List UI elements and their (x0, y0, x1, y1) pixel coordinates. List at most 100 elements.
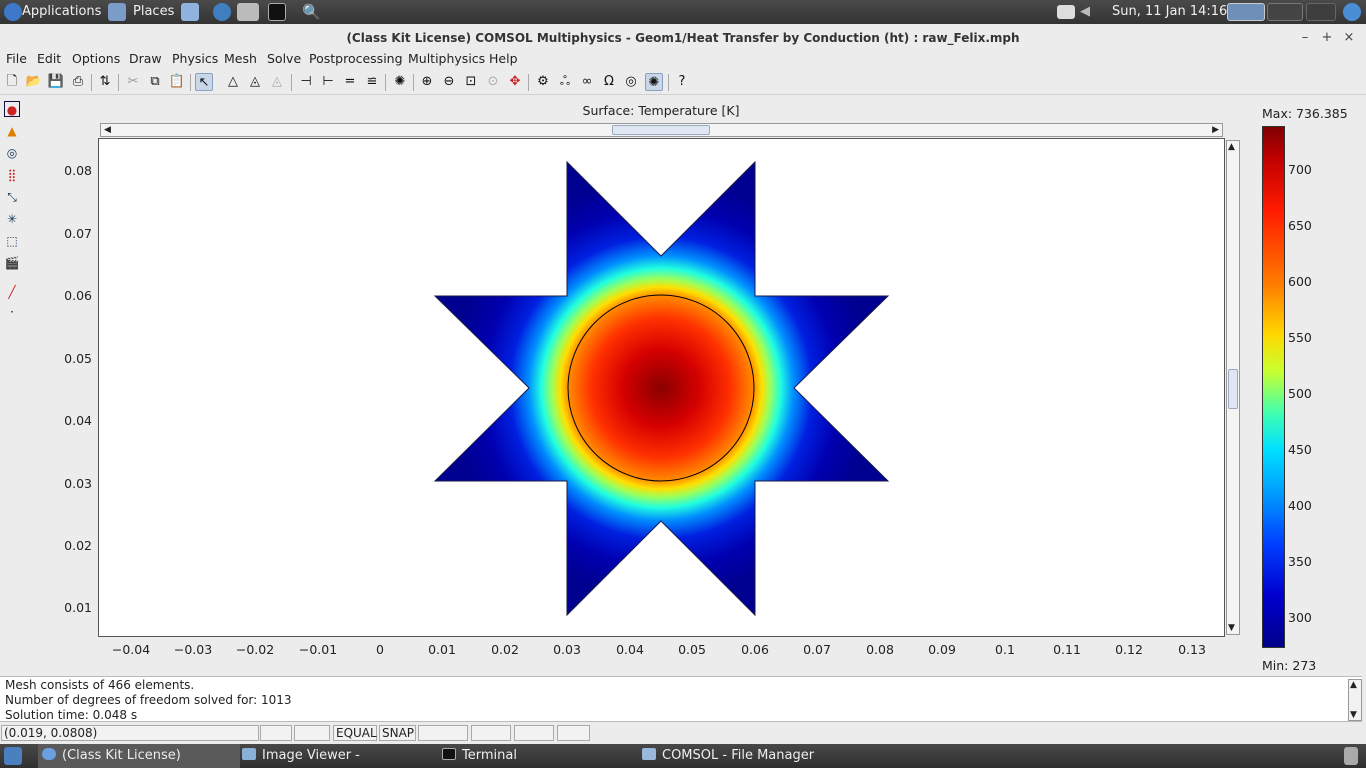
close-button[interactable]: × (1338, 28, 1360, 48)
task-label: Image Viewer - figure1.jpeg (262, 748, 360, 763)
select-pointer-icon[interactable]: ↖ (195, 73, 213, 91)
plot-parameters-icon[interactable]: ⚙ (534, 73, 552, 91)
plot-title: Surface: Temperature [K] (582, 103, 740, 118)
search-icon[interactable]: 🔍 (302, 3, 321, 21)
window-controls: – + × (1294, 28, 1360, 48)
x-tick-label: −0.02 (235, 642, 275, 657)
copy-icon[interactable]: ⧉ (146, 73, 164, 91)
workspace-switcher-1[interactable] (1227, 3, 1265, 21)
subdomain-settings-icon[interactable]: ⊢ (319, 73, 337, 91)
menu-edit[interactable]: Edit (37, 51, 61, 66)
workspace-switcher-3[interactable] (1306, 3, 1336, 21)
zoom-selected-icon[interactable]: ⊙ (484, 73, 502, 91)
zoom-extents-icon[interactable]: ✥ (506, 73, 524, 91)
streamline-plot-icon[interactable]: ✳ (4, 211, 20, 227)
session-icon[interactable] (1343, 3, 1361, 21)
boundary-settings-icon[interactable]: ⊣ (297, 73, 315, 91)
save-icon[interactable]: 💾 (47, 73, 65, 91)
maximize-button[interactable]: + (1316, 28, 1338, 48)
boundary-plot-icon[interactable]: ⣿ (4, 167, 20, 183)
draw-triangle-mesh-icon[interactable]: ◬ (246, 73, 264, 91)
cut-icon[interactable]: ✂ (124, 73, 142, 91)
menu-postprocessing[interactable]: Postprocessing (309, 51, 403, 66)
menu-solve[interactable]: Solve (267, 51, 301, 66)
plot-canvas[interactable] (98, 138, 1225, 637)
height-plot-icon[interactable]: ▲ (4, 123, 20, 139)
menu-physics[interactable]: Physics (172, 51, 218, 66)
menu-mesh[interactable]: Mesh (224, 51, 257, 66)
menu-draw[interactable]: Draw (129, 51, 162, 66)
circle-grid-icon[interactable]: ◎ (622, 73, 640, 91)
point-mode-icon[interactable]: ∞ (578, 73, 596, 91)
x-tick-label: 0.08 (866, 642, 894, 657)
contour-plot-icon[interactable]: ◎ (4, 145, 20, 161)
line-plot-icon[interactable]: ╱ (4, 284, 20, 300)
volume-icon[interactable]: ◀ (1080, 3, 1098, 21)
equal-toggle[interactable]: EQUAL (333, 725, 377, 741)
vertical-scrollbar[interactable]: ▲ ▼ (1226, 140, 1240, 635)
task-comsol[interactable]: (Class Kit License) COMSOL ... (38, 744, 240, 768)
workspace-switcher-2[interactable] (1267, 3, 1303, 21)
web-browser-launcher-icon[interactable] (213, 3, 231, 21)
task-terminal[interactable]: Terminal (440, 744, 630, 768)
star-domain[interactable] (433, 160, 890, 617)
terminal-launcher-icon[interactable] (268, 3, 286, 21)
snap-toggle[interactable]: SNAP (379, 725, 416, 741)
clock[interactable]: Sun, 11 Jan 14:16 (1112, 0, 1227, 24)
arrow-plot-icon[interactable]: ⤡ (4, 189, 20, 205)
message-log[interactable]: Mesh consists of 466 elements. Number of… (0, 676, 1362, 722)
equation-system-icon[interactable]: ≌ (363, 73, 381, 91)
draw-triangle-icon[interactable]: △ (224, 73, 242, 91)
postprocessing-mode-icon[interactable]: ✺ (645, 73, 663, 91)
zoom-window-icon[interactable]: ⊡ (462, 73, 480, 91)
log-scroll-down-icon[interactable]: ▼ (1350, 710, 1357, 720)
minimize-button[interactable]: – (1294, 28, 1316, 48)
scroll-left-arrow-icon[interactable]: ◀ (104, 124, 111, 136)
open-folder-icon[interactable]: 📂 (25, 73, 43, 91)
cursor-coordinates: (0.019, 0.0808) (1, 725, 259, 741)
menu-file[interactable]: File (6, 51, 27, 66)
zoom-in-icon[interactable]: ⊕ (418, 73, 436, 91)
new-file-icon[interactable]: 🗋 (3, 73, 21, 91)
scroll-down-arrow-icon[interactable]: ▼ (1228, 623, 1235, 633)
print-icon[interactable]: ⎙ (69, 73, 87, 91)
places-folder-icon[interactable] (108, 3, 126, 21)
draw-triangle-refine-icon[interactable]: ◬ (268, 73, 286, 91)
scroll-right-arrow-icon[interactable]: ▶ (1212, 124, 1219, 136)
help-icon[interactable]: ? (673, 73, 691, 91)
trash-icon[interactable] (1344, 747, 1358, 765)
task-image-viewer[interactable]: Image Viewer - figure1.jpeg (240, 744, 435, 768)
horizontal-scroll-thumb[interactable] (612, 125, 710, 135)
vertical-scroll-thumb[interactable] (1228, 369, 1238, 409)
log-scrollbar[interactable]: ▲ ▼ (1348, 679, 1362, 721)
temperature-surface-plot[interactable] (99, 139, 1224, 636)
x-tick-label: 0.11 (1053, 642, 1081, 657)
horizontal-scrollbar[interactable]: ◀ ▶ (100, 123, 1223, 137)
menu-options[interactable]: Options (72, 51, 120, 66)
subdomain-plot-icon[interactable]: ⬚ (4, 233, 20, 249)
toolbar-separator (413, 74, 414, 91)
equation-icon[interactable]: = (341, 73, 359, 91)
log-scroll-up-icon[interactable]: ▲ (1350, 680, 1357, 690)
point-plot-icon[interactable]: · (4, 304, 20, 320)
zoom-out-icon[interactable]: ⊖ (440, 73, 458, 91)
solve-icon[interactable]: ✺ (391, 73, 409, 91)
applications-menu[interactable]: Applications (22, 0, 101, 24)
scroll-up-arrow-icon[interactable]: ▲ (1228, 142, 1235, 152)
places-menu[interactable]: Places (133, 0, 174, 24)
mesh-statistics-icon[interactable]: ஃ (556, 73, 574, 91)
paste-icon[interactable]: 📋 (168, 73, 186, 91)
model-tree-icon[interactable]: ⇅ (96, 73, 114, 91)
applications-logo-icon[interactable] (4, 3, 22, 21)
menu-help[interactable]: Help (489, 51, 518, 66)
window-title: (Class Kit License) COMSOL Multiphysics … (346, 31, 1020, 45)
task-file-manager[interactable]: COMSOL - File Manager (640, 744, 840, 768)
surface-plot-icon[interactable]: ● (4, 101, 20, 117)
animation-icon[interactable]: 🎬 (4, 255, 20, 271)
menu-multiphysics[interactable]: Multiphysics (408, 51, 485, 66)
show-desktop-icon[interactable] (4, 747, 22, 765)
file-manager-launcher-icon[interactable] (181, 3, 199, 21)
mail-icon[interactable] (1057, 5, 1075, 19)
omega-icon[interactable]: Ω (600, 73, 618, 91)
keyboard-launcher-icon[interactable] (237, 3, 259, 21)
